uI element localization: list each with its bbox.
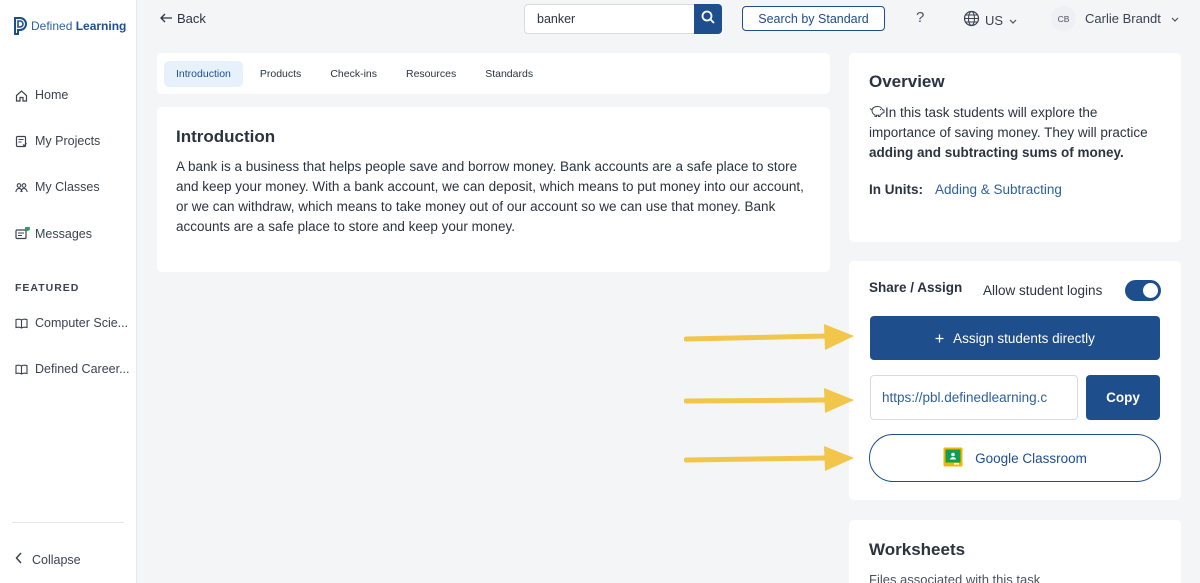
collapse-label: Collapse [32, 552, 81, 567]
logo-icon [13, 17, 27, 35]
help-button[interactable]: ? [916, 9, 924, 26]
share-assign-card: Share / Assign Allow student logins Assi… [849, 261, 1181, 500]
overview-text-regular: In this task students will explore the i… [869, 105, 1148, 140]
chevron-left-icon [15, 552, 23, 567]
units-label: In Units: [869, 182, 923, 197]
units-link[interactable]: Adding & Subtracting [935, 182, 1062, 197]
copy-button[interactable]: Copy [1086, 375, 1160, 420]
classes-icon [15, 181, 28, 194]
worksheets-card: Worksheets Files associated with this ta… [849, 520, 1181, 583]
introduction-body: A bank is a business that helps people s… [176, 159, 804, 234]
introduction-title: Introduction [176, 127, 276, 146]
book-icon [15, 363, 28, 376]
google-classroom-label: Google Classroom [975, 450, 1087, 466]
sidebar-item-my-projects[interactable]: My Projects [15, 134, 133, 148]
tab-introduction[interactable]: Introduction [164, 60, 243, 87]
sidebar: Defined Learning Home My Projects My Cla… [0, 0, 137, 583]
tab-bar: Introduction Products Check-ins Resource… [157, 53, 830, 94]
search-icon [701, 10, 715, 29]
user-name: Carlie Brandt [1085, 11, 1161, 26]
google-classroom-icon [943, 447, 963, 470]
collapse-button[interactable]: Collapse [15, 552, 81, 567]
toggle-knob [1143, 283, 1158, 298]
tab-standards[interactable]: Standards [473, 61, 545, 87]
globe-icon [963, 10, 980, 30]
share-link-field[interactable] [870, 375, 1078, 420]
back-label: Back [177, 11, 206, 26]
sidebar-divider [12, 522, 124, 523]
worksheets-subtitle: Files associated with this task [869, 572, 1041, 583]
chevron-down-icon [1170, 11, 1180, 26]
units-row: In Units: Adding & Subtracting [869, 182, 1161, 197]
piggy-bank-icon [869, 105, 885, 120]
sidebar-item-messages[interactable]: Messages [15, 227, 133, 241]
search-by-standard-button[interactable]: Search by Standard [742, 6, 885, 31]
projects-icon [15, 135, 28, 148]
sidebar-item-label: Home [35, 88, 69, 102]
sidebar-item-computer-science[interactable]: Computer Scie... [15, 316, 133, 330]
sidebar-item-label: Computer Scie... [35, 316, 129, 330]
overview-title: Overview [869, 72, 945, 91]
search-input[interactable] [525, 5, 694, 33]
overview-text: In this task students will explore the i… [869, 103, 1161, 163]
annotation-arrow-assign [684, 324, 854, 350]
share-title: Share / Assign [869, 280, 963, 295]
user-menu[interactable]: CB Carlie Brandt [1051, 6, 1180, 31]
sidebar-item-home[interactable]: Home [15, 88, 133, 102]
plus-icon [935, 331, 944, 346]
language-selector[interactable]: US [963, 10, 1018, 30]
logo-text-bold: Learning [75, 19, 127, 33]
sidebar-item-label: My Classes [35, 180, 100, 194]
introduction-card: Introduction A bank is a business that h… [157, 107, 830, 272]
tab-products[interactable]: Products [248, 61, 313, 87]
back-link[interactable]: Back [160, 11, 206, 26]
assign-label: Assign students directly [953, 330, 1095, 346]
overview-card: Overview In this task students will expl… [849, 53, 1181, 242]
assign-students-button[interactable]: Assign students directly [870, 316, 1160, 360]
avatar: CB [1051, 6, 1076, 31]
overview-text-bold: adding and subtracting sums of money. [869, 145, 1124, 160]
messages-icon [15, 227, 30, 241]
chevron-down-icon [1008, 13, 1018, 28]
featured-heading: FEATURED [15, 282, 80, 294]
tab-resources[interactable]: Resources [394, 61, 468, 87]
book-icon [15, 317, 28, 330]
unread-dot [25, 227, 30, 231]
sidebar-item-defined-careers[interactable]: Defined Career... [15, 362, 133, 376]
logo-text-light: Defined [31, 19, 76, 33]
google-classroom-button[interactable]: Google Classroom [869, 434, 1161, 482]
sidebar-item-label: Defined Career... [35, 362, 130, 376]
sidebar-item-label: My Projects [35, 134, 101, 148]
sidebar-item-my-classes[interactable]: My Classes [15, 180, 133, 194]
logo[interactable]: Defined Learning [13, 17, 126, 35]
annotation-arrow-link [684, 388, 854, 413]
search-button[interactable] [694, 4, 722, 34]
arrow-left-icon [160, 11, 173, 26]
annotation-arrow-google [684, 446, 854, 471]
allow-logins-toggle[interactable] [1125, 280, 1161, 301]
home-icon [15, 89, 28, 102]
language-label: US [985, 12, 1004, 28]
search-box [524, 4, 722, 34]
tab-check-ins[interactable]: Check-ins [318, 61, 389, 87]
worksheets-title: Worksheets [869, 540, 966, 559]
allow-logins-label: Allow student logins [983, 283, 1103, 298]
sidebar-item-label: Messages [35, 227, 92, 241]
